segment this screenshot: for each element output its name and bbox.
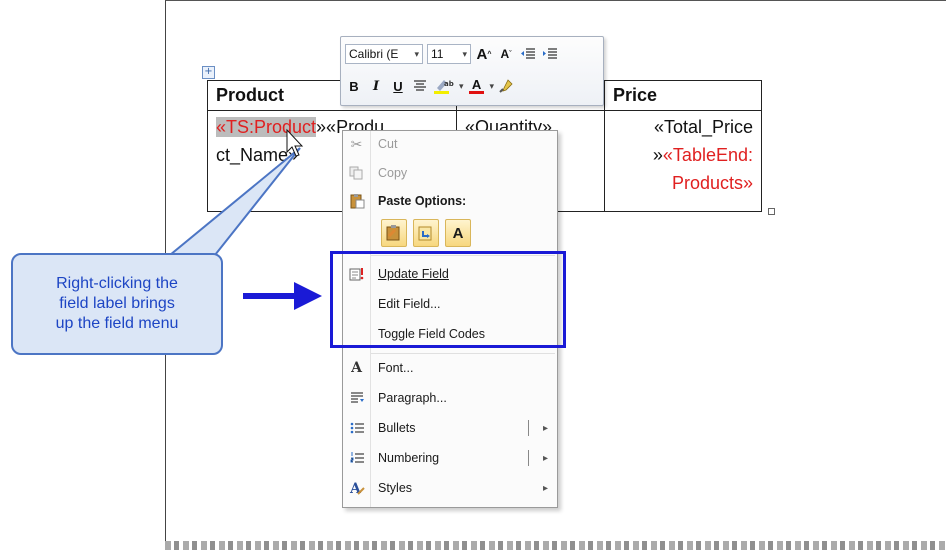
callout-text-line-3: up the field menu — [55, 315, 179, 332]
arrow-right-icon — [294, 282, 322, 310]
callout-text-line-1: Right-clicking the — [56, 275, 178, 292]
mouse-cursor-icon — [286, 128, 304, 157]
callout-pointer — [167, 147, 301, 256]
callout-text-line-2: field label brings — [59, 295, 175, 312]
callout-bubble: Right-clicking the field label brings up… — [11, 253, 223, 355]
